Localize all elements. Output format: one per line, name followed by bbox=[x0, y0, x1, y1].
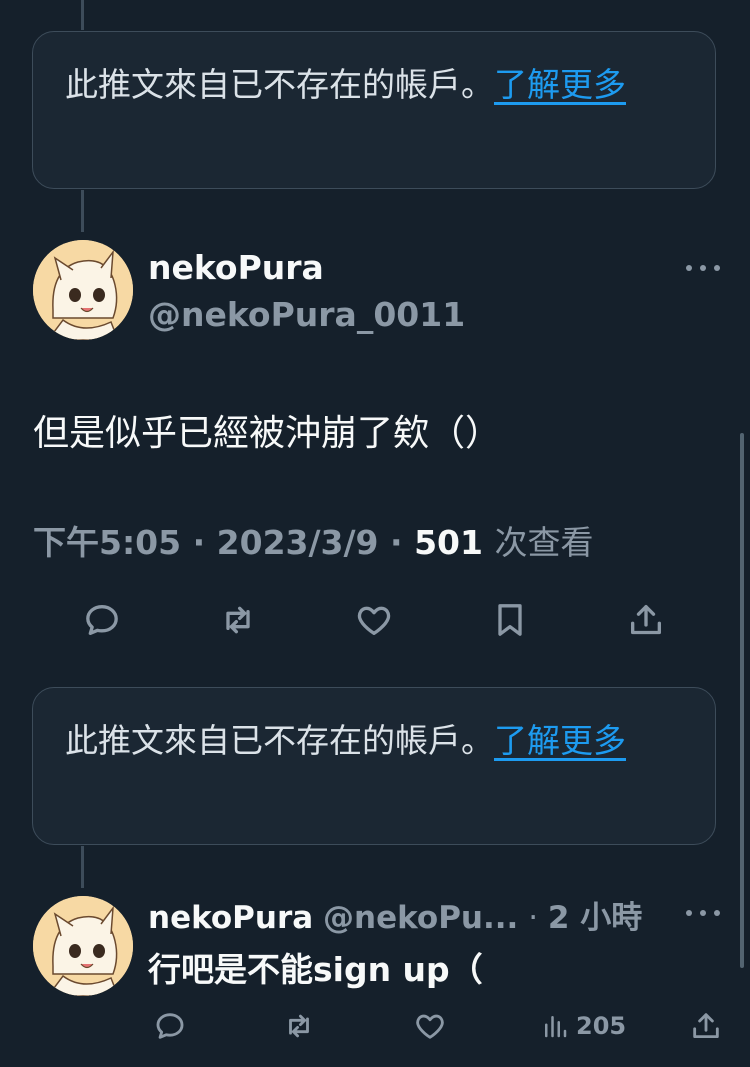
retweet-button[interactable] bbox=[275, 1002, 323, 1050]
notice-text: 此推文來自已不存在的帳戶。 bbox=[65, 65, 494, 104]
reply-views-count: 205 bbox=[576, 1012, 627, 1040]
retweet-icon bbox=[226, 606, 250, 634]
bookmark-icon bbox=[498, 604, 522, 636]
thread-line-bottom bbox=[81, 846, 84, 888]
tweet-date[interactable]: 2023/3/9 bbox=[217, 523, 379, 562]
comment-icon bbox=[86, 605, 118, 635]
reply-header: nekoPura @nekoPu... · 2 小時 bbox=[148, 892, 642, 937]
reply-button[interactable] bbox=[78, 596, 126, 644]
comment-icon bbox=[156, 1013, 184, 1039]
more-options-button[interactable] bbox=[683, 901, 723, 925]
thread-line-mid bbox=[81, 190, 84, 232]
more-options-button[interactable] bbox=[683, 256, 723, 280]
heart-icon bbox=[357, 606, 391, 635]
share-button[interactable] bbox=[682, 1002, 730, 1050]
more-dots-icon bbox=[686, 265, 720, 271]
unavailable-tweet-notice: 此推文來自已不存在的帳戶。了解更多 bbox=[32, 31, 716, 189]
notice-text: 此推文來自已不存在的帳戶。 bbox=[65, 721, 494, 760]
scrollbar[interactable] bbox=[740, 433, 744, 968]
user-handle[interactable]: @nekoPura_0011 bbox=[148, 295, 465, 334]
avatar[interactable] bbox=[33, 240, 133, 340]
meta-separator: · bbox=[390, 523, 403, 562]
like-button[interactable] bbox=[406, 1002, 454, 1050]
views-count: 501 bbox=[414, 523, 483, 562]
display-name[interactable]: nekoPura bbox=[148, 900, 313, 936]
analytics-icon bbox=[545, 1016, 567, 1038]
share-button[interactable] bbox=[622, 596, 670, 644]
share-icon bbox=[693, 1013, 719, 1039]
bookmark-button[interactable] bbox=[486, 596, 534, 644]
meta-separator: · bbox=[528, 900, 539, 936]
unavailable-tweet-notice: 此推文來自已不存在的帳戶。了解更多 bbox=[32, 687, 716, 845]
thread-line-top bbox=[81, 0, 84, 30]
like-button[interactable] bbox=[350, 596, 398, 644]
user-handle[interactable]: @nekoPu... bbox=[323, 900, 518, 936]
views-label: 次查看 bbox=[494, 523, 594, 562]
reply-time[interactable]: 2 小時 bbox=[548, 900, 642, 936]
avatar[interactable] bbox=[33, 896, 133, 996]
retweet-button[interactable] bbox=[214, 596, 262, 644]
share-icon bbox=[631, 605, 661, 635]
views-button[interactable]: 205 bbox=[540, 1002, 640, 1050]
meta-separator: · bbox=[192, 523, 206, 562]
avatar-illustration bbox=[33, 896, 133, 996]
learn-more-link[interactable]: 了解更多 bbox=[494, 65, 626, 104]
display-name[interactable]: nekoPura bbox=[148, 248, 324, 287]
heart-icon bbox=[416, 1014, 444, 1039]
reply-button[interactable] bbox=[146, 1002, 194, 1050]
tweet-text: 但是似乎已經被沖崩了欸（） bbox=[33, 413, 502, 454]
retweet-icon bbox=[289, 1014, 309, 1038]
tweet-time[interactable]: 下午5:05 bbox=[33, 523, 181, 562]
reply-text: 行吧是不能sign up（ bbox=[148, 950, 483, 989]
avatar-illustration bbox=[33, 240, 133, 340]
tweet-metadata: 下午5:05 · 2023/3/9 · 501 次查看 bbox=[33, 516, 593, 564]
learn-more-link[interactable]: 了解更多 bbox=[494, 721, 626, 760]
more-dots-icon bbox=[686, 910, 720, 916]
